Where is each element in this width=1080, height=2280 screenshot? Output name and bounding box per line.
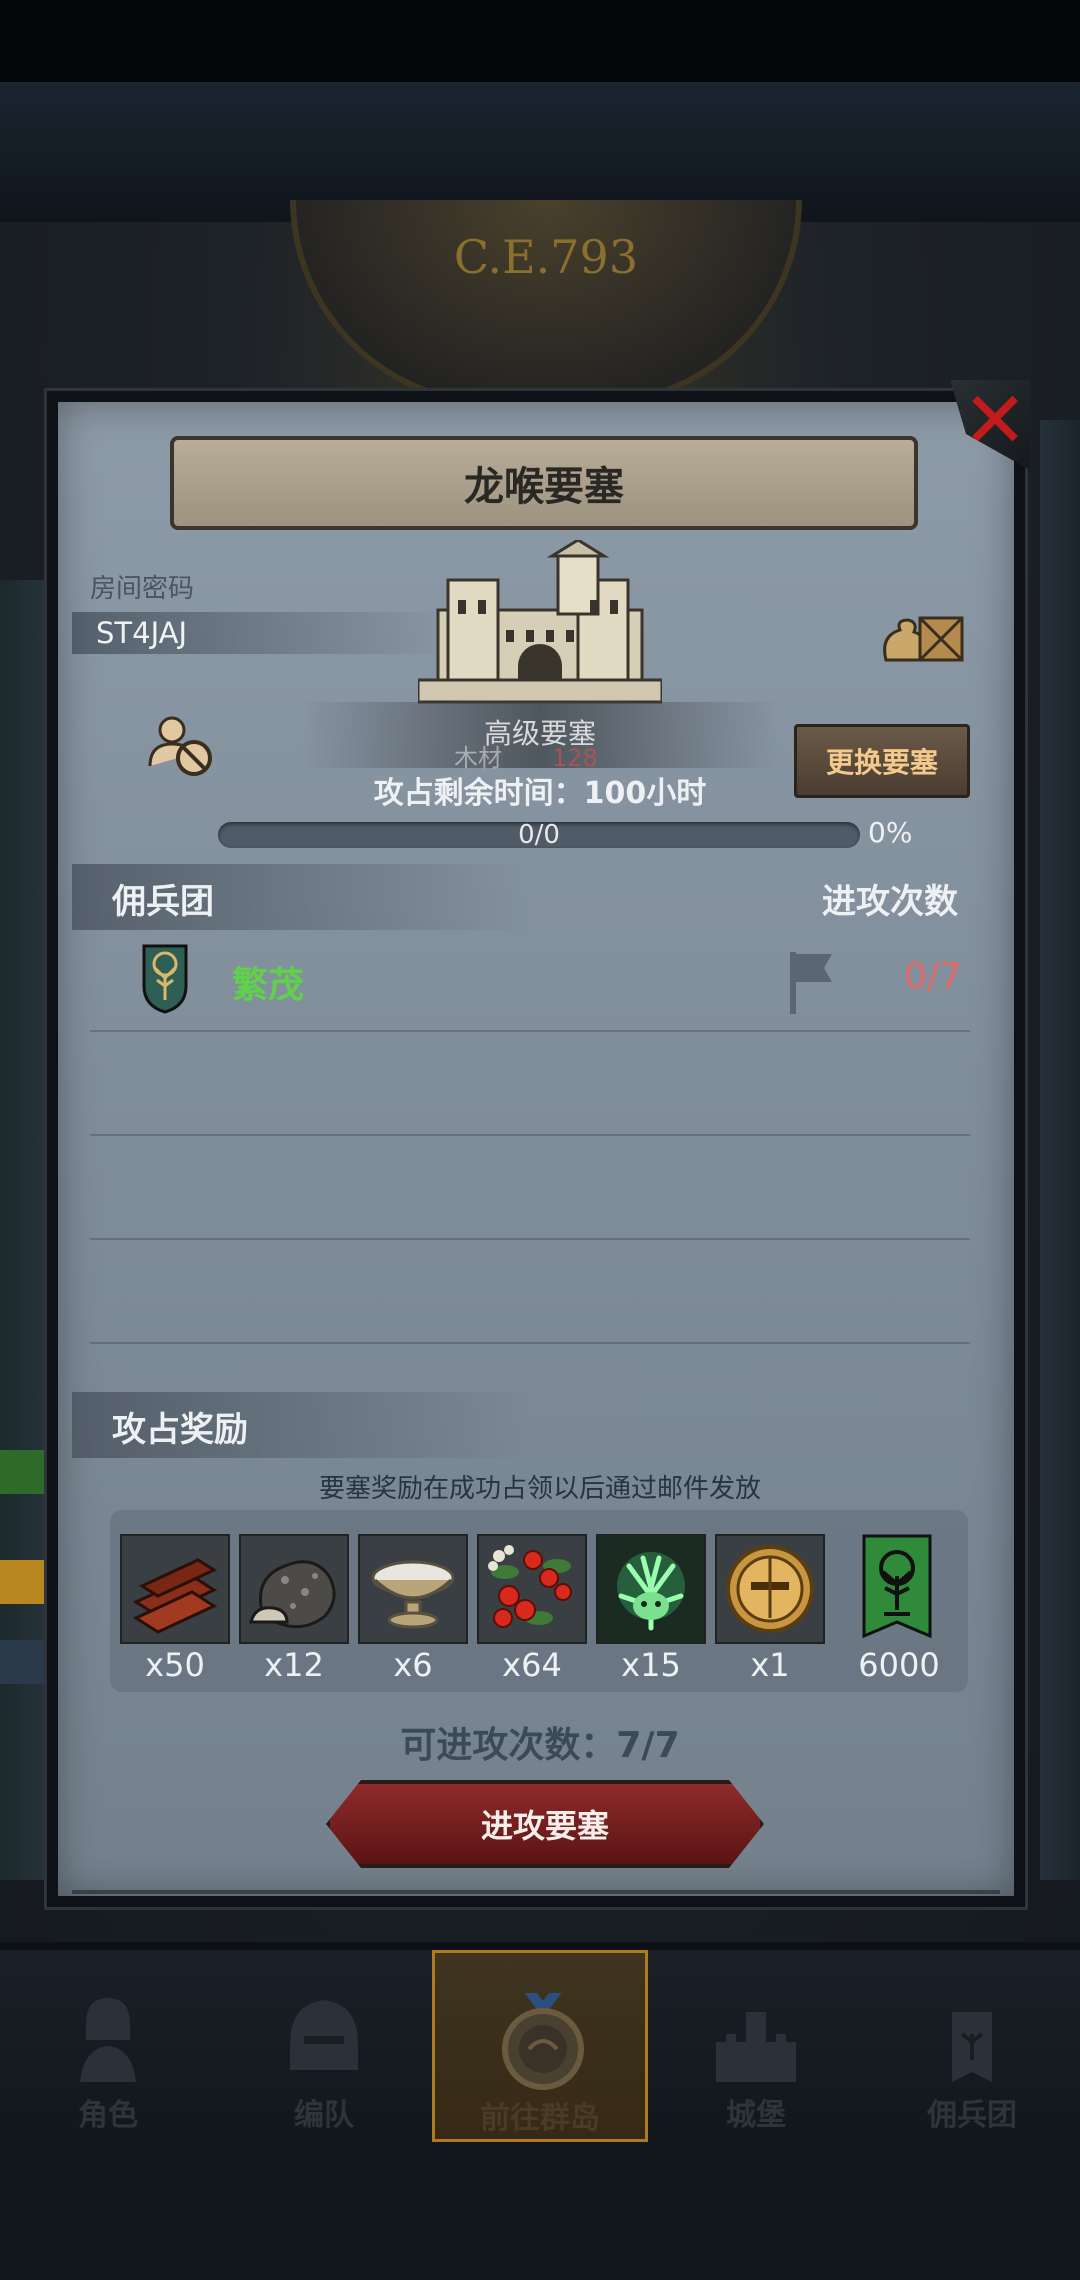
reward-item[interactable]: x64	[477, 1534, 587, 1684]
room-code[interactable]: ST4JAJ	[96, 616, 187, 650]
nav-islands-label: 前往群岛	[480, 2101, 600, 2136]
reward-item[interactable]: x6	[358, 1534, 468, 1684]
silver-bowl-icon	[360, 1536, 466, 1642]
resource-bundle-icon[interactable]	[878, 600, 968, 670]
nav-castle-label: 城堡	[726, 2098, 786, 2133]
capture-progress-text: 0/0	[518, 820, 560, 850]
left-gold-chip	[0, 1560, 44, 1604]
row-divider	[90, 1134, 970, 1136]
rewards-section-title: 攻占奖励	[112, 1410, 248, 1450]
nav-islands[interactable]: 前往群岛	[432, 1950, 648, 2142]
reward-item[interactable]: 6000	[844, 1534, 954, 1684]
nav-role[interactable]: 角色	[0, 1950, 216, 2142]
right-side-panel	[1040, 420, 1080, 1880]
title-banner: 龙喉要塞	[170, 436, 918, 530]
row-divider	[90, 1342, 970, 1344]
modal-title: 龙喉要塞	[464, 464, 624, 510]
golden-helmet-icon	[717, 1536, 823, 1642]
left-search-chip	[0, 1640, 44, 1684]
reward-item[interactable]: x1	[715, 1534, 825, 1684]
reward-qty: x1	[750, 1646, 790, 1684]
mercenary-icon	[952, 2012, 992, 2082]
fortress-icon	[418, 540, 662, 704]
mercenary-section-title: 佣兵团	[112, 882, 214, 922]
capture-progress-bar: 0/0	[218, 820, 860, 850]
flag-icon	[790, 952, 832, 1014]
modal-bottom-edge	[72, 1890, 1000, 1894]
helmet-icon	[290, 2000, 358, 2070]
capture-time-left: 攻占剩余时间：100小时	[373, 776, 707, 811]
nav-castle[interactable]: 城堡	[648, 1950, 864, 2142]
mercenary-attack-count: 0/7	[904, 956, 962, 997]
compass-icon	[502, 1993, 584, 2090]
attack-fortress-button[interactable]: 进攻要塞	[326, 1780, 764, 1868]
knight-icon	[80, 1998, 136, 2082]
castle-icon	[716, 2012, 796, 2082]
nav-mercenary-label: 佣兵团	[927, 2098, 1017, 2133]
tree-shield-icon	[142, 944, 188, 1014]
berries-icon	[479, 1536, 585, 1642]
wood-logs-icon	[122, 1536, 228, 1642]
nav-formation[interactable]: 编队	[216, 1950, 432, 2142]
nav-mercenary[interactable]: 佣兵团	[864, 1950, 1080, 2142]
reward-item[interactable]: x12	[239, 1534, 349, 1684]
green-spirit-icon	[598, 1536, 704, 1642]
reward-item[interactable]: x15	[596, 1534, 706, 1684]
bottom-nav: 角色 编队 前往群岛 城堡 佣兵团	[0, 1950, 1080, 2142]
capture-progress-percent: 0%	[868, 816, 913, 849]
mercenary-name: 繁茂	[232, 965, 305, 1006]
attack-fortress-label: 进攻要塞	[480, 1807, 609, 1845]
reward-item[interactable]: x50	[120, 1534, 230, 1684]
tree-banner-icon	[862, 1534, 932, 1639]
reward-qty: 6000	[858, 1646, 940, 1684]
era-label: C.E.793	[453, 230, 639, 284]
row-divider	[90, 1238, 970, 1240]
nav-formation-label: 编队	[294, 2098, 354, 2133]
attack-count-header: 进攻次数	[822, 882, 958, 922]
rewards-note: 要塞奖励在成功占领以后通过邮件发放	[318, 1474, 761, 1504]
row-divider	[90, 1030, 970, 1032]
room-password-label: 房间密码	[90, 574, 195, 604]
attacks-available: 可进攻次数：7/7	[400, 1725, 680, 1766]
ore-rock-icon	[241, 1536, 347, 1642]
status-bar	[0, 0, 1080, 82]
system-nav-area	[0, 2142, 1080, 2280]
nav-role-label: 角色	[78, 2098, 138, 2133]
